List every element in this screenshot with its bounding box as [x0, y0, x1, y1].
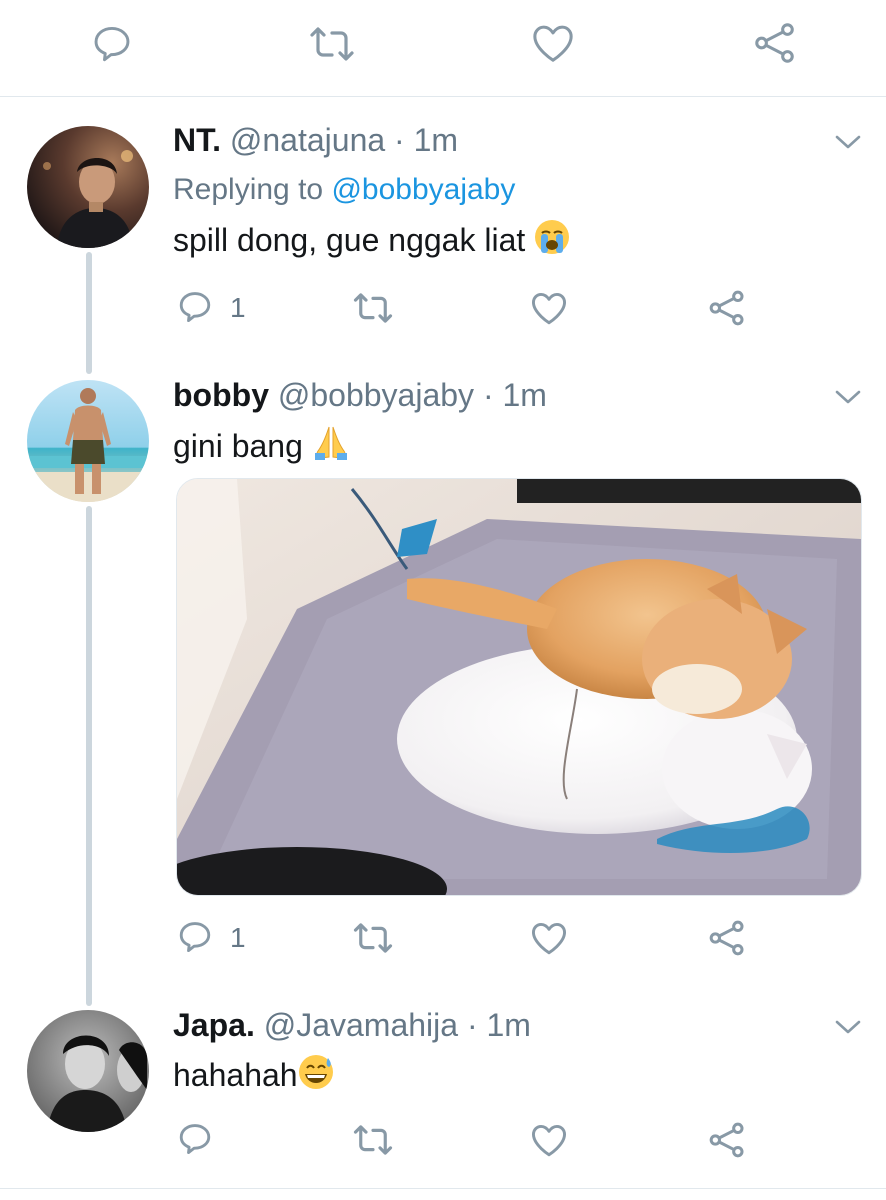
divider [0, 1188, 886, 1189]
display-name[interactable]: Japa. [173, 1007, 255, 1043]
tweet-text: gini bang [173, 423, 350, 470]
avatar[interactable] [27, 126, 149, 248]
user-handle[interactable]: @natajuna [230, 122, 385, 158]
share-icon[interactable] [707, 288, 747, 328]
chevron-down-icon[interactable] [834, 388, 862, 406]
retweet-icon[interactable] [352, 920, 394, 956]
thread-line [86, 252, 92, 374]
like-icon[interactable] [529, 920, 569, 956]
loudly-crying-face-emoji [534, 219, 570, 264]
timestamp[interactable]: 1m [414, 122, 458, 158]
tweet-header: NT. @natajuna · 1m [173, 120, 458, 160]
folded-hands-emoji [312, 423, 350, 470]
thread-line [86, 506, 92, 1006]
replying-to: Replying to @bobbyajaby [173, 170, 515, 210]
user-handle[interactable]: @Javamahija [264, 1007, 458, 1043]
tweet-media-photo[interactable] [176, 478, 862, 896]
tweet-header: Japa. @Javamahija · 1m [173, 1005, 531, 1045]
user-handle[interactable]: @bobbyajaby [278, 377, 474, 413]
share-icon[interactable] [707, 918, 747, 958]
reply-icon[interactable] [90, 22, 134, 66]
separator-dot: · [466, 1007, 478, 1043]
like-icon[interactable] [530, 22, 576, 64]
avatar[interactable] [27, 1010, 149, 1132]
tweet-text: hahahah [173, 1054, 334, 1099]
tweet-text-content: gini bang [173, 428, 303, 464]
timestamp[interactable]: 1m [487, 1007, 531, 1043]
reply-count: 1 [230, 922, 246, 953]
mention-link[interactable]: @bobbyajaby [331, 173, 515, 206]
share-icon[interactable] [752, 20, 798, 66]
like-icon[interactable] [529, 290, 569, 326]
avatar[interactable] [27, 380, 149, 502]
grinning-face-with-sweat-emoji [298, 1054, 334, 1099]
timestamp[interactable]: 1m [502, 377, 546, 413]
share-icon[interactable] [707, 1120, 747, 1160]
retweet-icon[interactable] [352, 1122, 394, 1158]
replying-prefix: Replying to [173, 173, 324, 206]
display-name[interactable]: bobby [173, 377, 269, 413]
reply-icon[interactable] [176, 288, 214, 326]
reply-icon[interactable] [176, 918, 214, 956]
retweet-icon[interactable] [352, 290, 394, 326]
reply-count: 1 [230, 292, 246, 323]
tweet-text-content: hahahah [173, 1057, 298, 1093]
display-name[interactable]: NT. [173, 122, 221, 158]
chevron-down-icon[interactable] [834, 1018, 862, 1036]
like-icon[interactable] [529, 1122, 569, 1158]
tweet-header: bobby @bobbyajaby · 1m [173, 375, 547, 415]
tweet-text-content: spill dong, gue nggak liat [173, 222, 526, 258]
retweet-icon[interactable] [308, 24, 356, 64]
separator-dot: · [394, 122, 405, 158]
tweet-text: spill dong, gue nggak liat [173, 219, 570, 264]
top-action-bar [0, 0, 886, 97]
reply-icon[interactable] [176, 1120, 214, 1158]
separator-dot: · [482, 377, 494, 413]
chevron-down-icon[interactable] [834, 133, 862, 151]
